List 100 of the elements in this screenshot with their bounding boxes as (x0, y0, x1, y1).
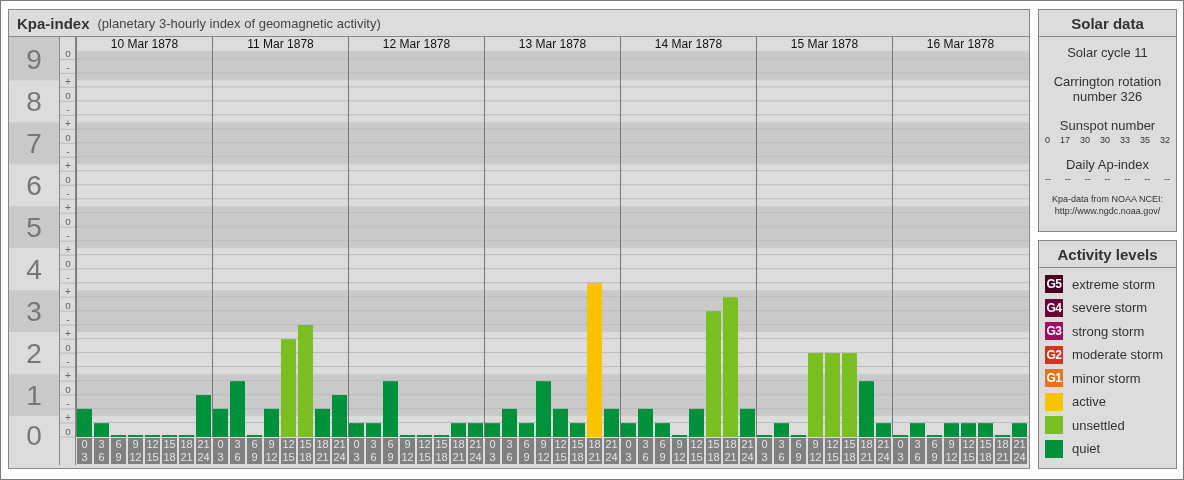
time-slot-label: 18 21 (179, 438, 194, 464)
kp-bar (77, 408, 92, 437)
kp-bar (621, 423, 636, 437)
time-slot-label: 9 12 (536, 438, 551, 464)
sunspot-value: 30 (1099, 135, 1110, 145)
kp-bar (264, 408, 279, 437)
y-minor-label: - (66, 230, 70, 242)
time-slot-label: 12 15 (145, 438, 160, 464)
time-slot-label: 12 15 (961, 438, 976, 464)
y-minor-label: o (65, 300, 71, 312)
time-slot-label: 21 24 (876, 438, 891, 464)
y-axis-label: 4 (26, 254, 42, 286)
legend-label: extreme storm (1072, 276, 1156, 292)
time-slot-label: 21 24 (740, 438, 755, 464)
legend-label: strong storm (1072, 323, 1145, 339)
axis-stripe (9, 374, 59, 416)
time-slot-label: 6 9 (927, 438, 942, 464)
time-slot-label: 15 18 (162, 438, 177, 464)
sunspot-value: 17 (1060, 135, 1070, 145)
kp-bar (910, 423, 925, 437)
storm-level-badge: G5 (1045, 275, 1063, 293)
y-axis-label: 3 (26, 296, 42, 328)
time-slot-label: 3 6 (94, 438, 109, 464)
kp-bar (332, 395, 347, 437)
sunspot-value: 30 (1079, 135, 1090, 145)
axis-stripe (9, 37, 59, 81)
carrington-rotation-text: Carrington rotation number 326 (1052, 74, 1163, 104)
y-axis-label: 0 (26, 420, 42, 451)
kp-bar (689, 408, 704, 437)
panel-subtitle: (planetary 3-hourly index of geomagnetic activity) (97, 15, 381, 31)
time-slot-label: 18 21 (315, 438, 330, 464)
y-minor-label: o (65, 384, 71, 396)
ap-index-value: -- (1064, 174, 1071, 184)
y-minor-label: + (65, 118, 71, 130)
y-minor-label: + (65, 160, 71, 172)
y-axis-label: 2 (26, 338, 42, 370)
sunspot-value: 0 (1045, 135, 1050, 145)
y-minor-label: + (65, 370, 71, 382)
panel-title: Kpa-index (17, 14, 90, 32)
y-minor-label: o (65, 174, 71, 186)
time-slot-label: 18 21 (859, 438, 874, 464)
kp-bar (774, 423, 789, 437)
time-slot-label: 18 21 (451, 438, 466, 464)
kp-bar (213, 408, 228, 437)
y-minor-label: - (66, 62, 70, 74)
kp-bar (383, 381, 398, 437)
kp-bar (94, 423, 109, 437)
y-minor-label: - (66, 272, 70, 284)
time-slot-label: 21 24 (604, 438, 619, 464)
time-slot-label: 3 6 (910, 438, 925, 464)
time-slot-label: 9 12 (808, 438, 823, 464)
ap-index-value: -- (1084, 174, 1091, 184)
time-slot-label: 0 3 (213, 438, 228, 464)
kp-bar (876, 423, 891, 437)
kp-bar (485, 423, 500, 437)
y-axis-label: 1 (26, 380, 42, 412)
y-minor-label: - (66, 146, 70, 158)
sunspot-value: 35 (1139, 135, 1150, 145)
kp-bar (570, 423, 585, 437)
legend-label: unsettled (1072, 417, 1125, 433)
y-minor-label: + (65, 286, 71, 298)
time-slot-label: 15 18 (298, 438, 313, 464)
sunspot-value: 32 (1159, 135, 1170, 145)
time-slot-label: 6 9 (519, 438, 534, 464)
storm-level-badge: G4 (1045, 298, 1063, 317)
ap-index-value: -- (1045, 174, 1051, 184)
kp-bar (468, 423, 483, 437)
time-slot-label: 12 15 (825, 438, 840, 464)
time-slot-label: 3 6 (366, 438, 381, 464)
time-slot-label: 12 15 (689, 438, 704, 464)
sunspot-label: Sunspot number (1059, 118, 1156, 133)
time-slot-label: 0 3 (621, 438, 636, 464)
time-slot-label: 21 24 (196, 438, 211, 464)
kp-bar (196, 395, 211, 437)
panel-title: Activity levels (1039, 241, 1176, 268)
time-slot-label: 12 15 (417, 438, 432, 464)
time-slot-label: 15 18 (706, 438, 721, 464)
y-minor-label: o (65, 132, 71, 144)
y-minor-label: - (66, 188, 70, 200)
kp-bar (1012, 423, 1027, 437)
kp-bar (315, 408, 330, 437)
y-minor-label: o (65, 258, 71, 270)
time-slot-label: 12 15 (281, 438, 296, 464)
kp-bar (740, 408, 755, 437)
storm-level-badge: G2 (1045, 345, 1063, 364)
legend-label: quiet (1072, 441, 1101, 456)
time-slot-label: 9 12 (400, 438, 415, 464)
y-minor-label: - (66, 398, 70, 410)
time-slot-label: 9 12 (128, 438, 143, 464)
time-slot-label: 21 24 (468, 438, 483, 464)
time-slot-label: 0 3 (757, 438, 772, 464)
time-slot-label: 9 12 (944, 438, 959, 464)
source-link[interactable]: http://www.ngdc.noaa.gov/ (1054, 206, 1161, 216)
kp-bar (230, 381, 245, 437)
time-slot-label: 15 18 (842, 438, 857, 464)
kp-bar (638, 408, 653, 437)
kp-bar (859, 381, 874, 437)
y-minor-label: - (66, 104, 70, 116)
y-minor-label: + (65, 76, 71, 88)
time-slot-label: 6 9 (655, 438, 670, 464)
